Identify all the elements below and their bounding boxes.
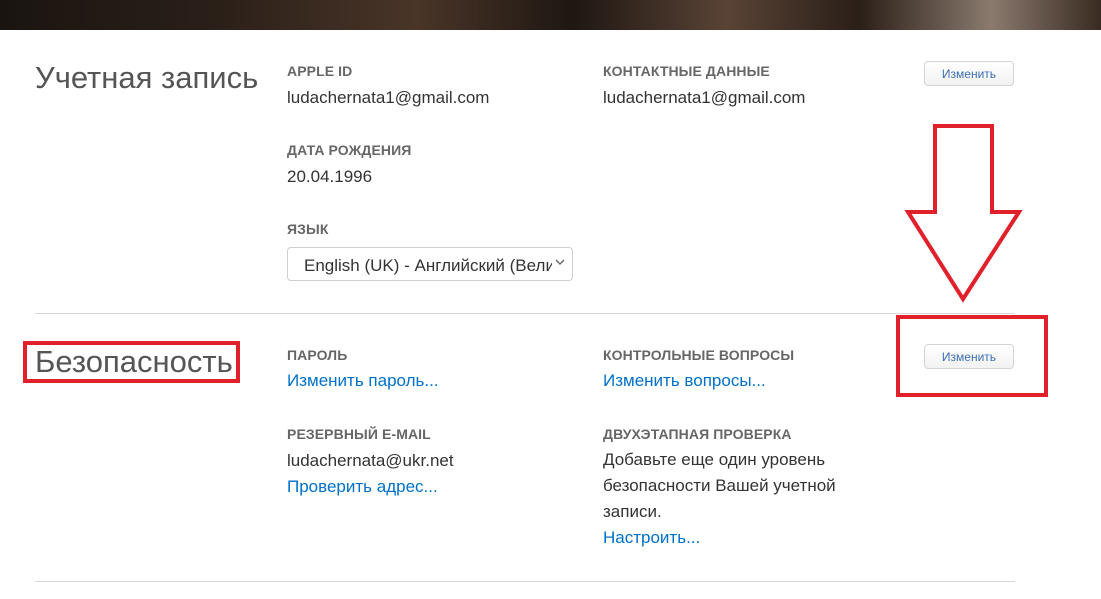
backup-email-label: РЕЗЕРВНЫЙ E-MAIL [287, 426, 431, 442]
security-title-highlight [23, 341, 240, 383]
birthdate-value: 20.04.1996 [287, 167, 373, 186]
security-questions-label: КОНТРОЛЬНЫЕ ВОПРОСЫ [603, 347, 795, 363]
contact-data-value: ludachernata1@gmail.com [603, 88, 806, 107]
password-label: ПАРОЛЬ [287, 347, 348, 363]
backup-email-value: ludachernata@ukr.net [287, 451, 454, 470]
apple-id-account-page: Учетная запись APPLE ID ludachernata1@gm… [0, 0, 1101, 599]
down-arrow-icon [904, 124, 1023, 303]
section-divider [35, 313, 1015, 314]
apple-id-value: ludachernata1@gmail.com [287, 88, 490, 107]
edit-button-highlight [896, 315, 1048, 397]
language-select-value: English (UK) - Английский (Великобритани… [304, 256, 552, 275]
account-edit-button[interactable]: Изменить [924, 61, 1014, 86]
contact-data-label: КОНТАКТНЫЕ ДАННЫЕ [603, 63, 770, 79]
apple-id-label: APPLE ID [287, 63, 353, 79]
language-select[interactable]: English (UK) - Английский (Великобритани… [287, 247, 573, 281]
header-banner-image [0, 0, 1101, 30]
change-password-link[interactable]: Изменить пароль... [287, 371, 439, 391]
two-step-description: Добавьте еще один уровень безопасности В… [603, 450, 836, 521]
verify-address-link[interactable]: Проверить адрес... [287, 477, 438, 497]
change-questions-link[interactable]: Изменить вопросы... [603, 371, 766, 391]
language-label: ЯЗЫК [287, 221, 329, 237]
account-section-title: Учетная запись [35, 60, 259, 95]
two-step-label: ДВУХЭТАПНАЯ ПРОВЕРКА [603, 426, 792, 442]
setup-two-step-link[interactable]: Настроить... [603, 528, 700, 548]
chevron-down-icon [555, 259, 565, 265]
section-divider-bottom [35, 581, 1015, 582]
birthdate-label: ДАТА РОЖДЕНИЯ [287, 142, 412, 158]
